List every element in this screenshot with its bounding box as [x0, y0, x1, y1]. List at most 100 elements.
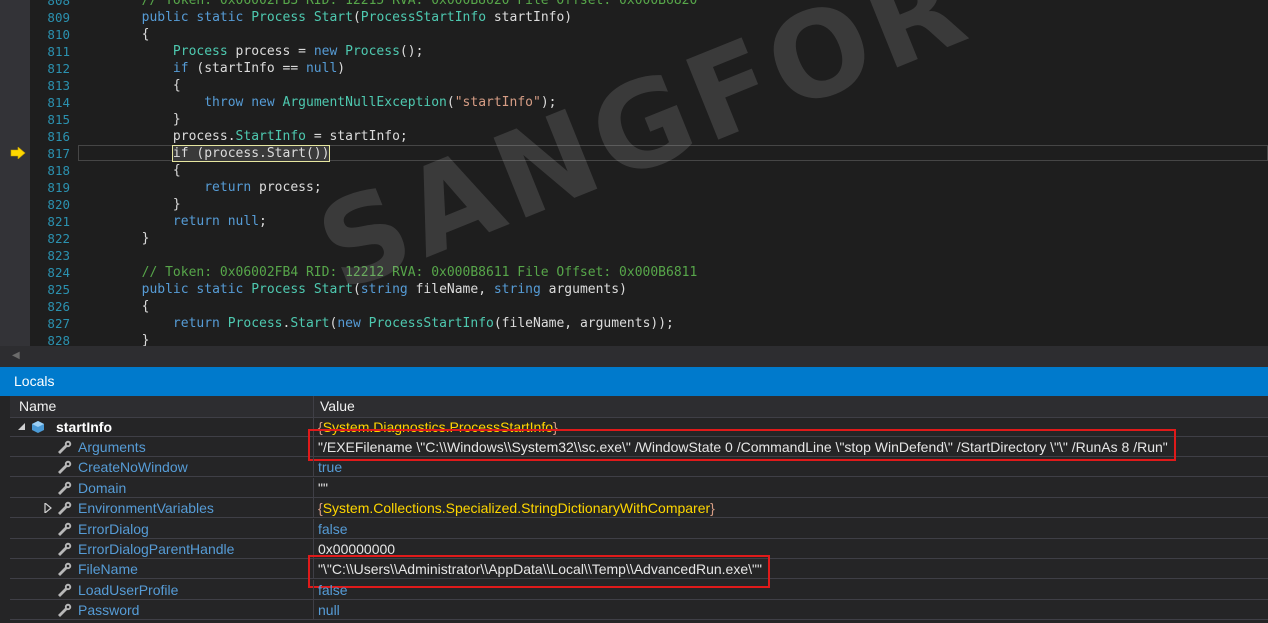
line-number: 827: [47, 316, 70, 331]
code-text: // Token: 0x06002FB3 RID: 12215 RVA: 0x0…: [79, 0, 698, 8]
code-line[interactable]: 827 return Process.Start(new ProcessStar…: [0, 315, 1268, 332]
line-number: 824: [47, 265, 70, 280]
code-line[interactable]: 828 }: [0, 332, 1268, 346]
collapse-triangle-icon[interactable]: [18, 423, 26, 431]
line-number: 810: [47, 27, 70, 42]
code-editor[interactable]: 808 // Token: 0x06002FB3 RID: 12215 RVA:…: [0, 0, 1268, 346]
property-wrench-icon: [56, 583, 72, 597]
code-text: public static Process Start(string fileN…: [141, 282, 627, 297]
line-number: 828: [47, 333, 70, 346]
locals-title[interactable]: Locals: [0, 367, 1268, 396]
property-name: FileName: [78, 561, 138, 578]
locals-row-password[interactable]: Password null: [10, 600, 1268, 621]
property-name: Domain: [78, 479, 127, 496]
line-number: 817: [47, 146, 70, 161]
code-line[interactable]: 816 process.StartInfo = startInfo;: [0, 128, 1268, 145]
code-text: // Token: 0x06002FB4 RID: 12212 RVA: 0x0…: [79, 265, 698, 280]
code-text: {: [79, 299, 150, 314]
property-name: CreateNoWindow: [78, 459, 188, 476]
code-text: return null;: [172, 214, 267, 229]
code-line[interactable]: 814 throw new ArgumentNullException("sta…: [0, 94, 1268, 111]
code-line[interactable]: 818 {: [0, 162, 1268, 179]
property-wrench-icon: [56, 481, 72, 495]
code-line[interactable]: 811 Process process = new Process();: [0, 43, 1268, 60]
name-column-header[interactable]: Name: [19, 396, 56, 417]
property-name: Password: [78, 602, 140, 619]
code-text: throw new ArgumentNullException("startIn…: [204, 95, 557, 110]
code-text: }: [79, 112, 181, 127]
code-text: Process process = new Process();: [172, 44, 424, 59]
code-line[interactable]: 824 // Token: 0x06002FB4 RID: 12212 RVA:…: [0, 264, 1268, 281]
code-text: {: [79, 78, 181, 93]
column-divider[interactable]: [313, 396, 314, 417]
property-name: Arguments: [78, 439, 146, 455]
code-text: if (startInfo == null): [172, 61, 346, 76]
code-line[interactable]: 820 }: [0, 196, 1268, 213]
property-wrench-icon: [56, 522, 72, 536]
line-number: 809: [47, 10, 70, 25]
property-value: {System.Collections.Specialized.StringDi…: [318, 500, 715, 517]
locals-panel: Locals Name Value startInfo {System.Diag…: [0, 367, 1268, 623]
line-number: 825: [47, 282, 70, 297]
locals-column-header: Name Value: [10, 396, 1268, 418]
property-value: false: [318, 520, 348, 537]
code-line[interactable]: 813 {: [0, 77, 1268, 94]
line-number: 826: [47, 299, 70, 314]
code-text: }: [79, 197, 181, 212]
highlight-box: [308, 429, 1176, 461]
property-name: LoadUserProfile: [78, 581, 179, 598]
line-number: 816: [47, 129, 70, 144]
code-text: }: [79, 231, 150, 246]
execution-pointer-icon: [10, 147, 26, 159]
locals-row-createnowindow[interactable]: CreateNoWindow true: [10, 457, 1268, 478]
code-line[interactable]: 809 public static Process Start(ProcessS…: [0, 9, 1268, 26]
code-line[interactable]: 821 return null;: [0, 213, 1268, 230]
property-value: false: [318, 581, 348, 598]
property-name: EnvironmentVariables: [78, 500, 214, 517]
local-variable-icon: [32, 421, 44, 433]
code-text: {: [79, 27, 150, 42]
code-line[interactable]: 810 {: [0, 26, 1268, 43]
property-wrench-icon: [56, 460, 72, 475]
line-number: 819: [47, 180, 70, 195]
locals-row-loaduserprofile[interactable]: LoadUserProfile false: [10, 579, 1268, 600]
line-number: 812: [47, 61, 70, 76]
line-number: 823: [47, 248, 70, 263]
scroll-left-icon[interactable]: ◀: [12, 350, 20, 361]
locals-row-environmentvariables[interactable]: EnvironmentVariables {System.Collections.…: [10, 498, 1268, 519]
line-number: 820: [47, 197, 70, 212]
property-wrench-icon: [56, 603, 72, 618]
property-value: true: [318, 459, 343, 476]
line-number: 811: [47, 44, 70, 59]
property-value: "": [318, 479, 328, 496]
code-text: if (process.Start()): [171, 145, 331, 162]
code-line[interactable]: 825 public static Process Start(string f…: [0, 281, 1268, 298]
code-text: return Process.Start(new ProcessStartInf…: [172, 316, 674, 331]
locals-row-errordialog[interactable]: ErrorDialog false: [10, 518, 1268, 539]
code-text: }: [79, 333, 150, 346]
locals-row-domain[interactable]: Domain "": [10, 477, 1268, 498]
property-name: ErrorDialogParentHandle: [78, 541, 235, 557]
code-line[interactable]: 819 return process;: [0, 179, 1268, 196]
property-value: null: [318, 602, 340, 619]
code-text: return process;: [204, 180, 322, 195]
code-line[interactable]: 817 if (process.Start()): [0, 145, 1268, 162]
line-number: 815: [47, 112, 70, 127]
value-column-header[interactable]: Value: [320, 396, 355, 417]
code-line[interactable]: 808 // Token: 0x06002FB3 RID: 12215 RVA:…: [0, 0, 1268, 9]
expand-triangle-icon[interactable]: [44, 503, 52, 514]
code-text: process.StartInfo = startInfo;: [79, 129, 408, 144]
line-number: 813: [47, 78, 70, 93]
code-line[interactable]: 812 if (startInfo == null): [0, 60, 1268, 77]
line-number: 821: [47, 214, 70, 229]
code-line[interactable]: 815 }: [0, 111, 1268, 128]
property-wrench-icon: [56, 440, 72, 454]
code-line[interactable]: 826 {: [0, 298, 1268, 315]
property-wrench-icon: [56, 562, 72, 577]
code-text: public static Process Start(ProcessStart…: [141, 10, 573, 25]
variable-name: startInfo: [56, 419, 112, 435]
editor-horizontal-scrollbar[interactable]: ◀: [0, 346, 1268, 367]
code-line[interactable]: 823: [0, 247, 1268, 264]
property-wrench-icon: [56, 542, 72, 556]
code-line[interactable]: 822 }: [0, 230, 1268, 247]
